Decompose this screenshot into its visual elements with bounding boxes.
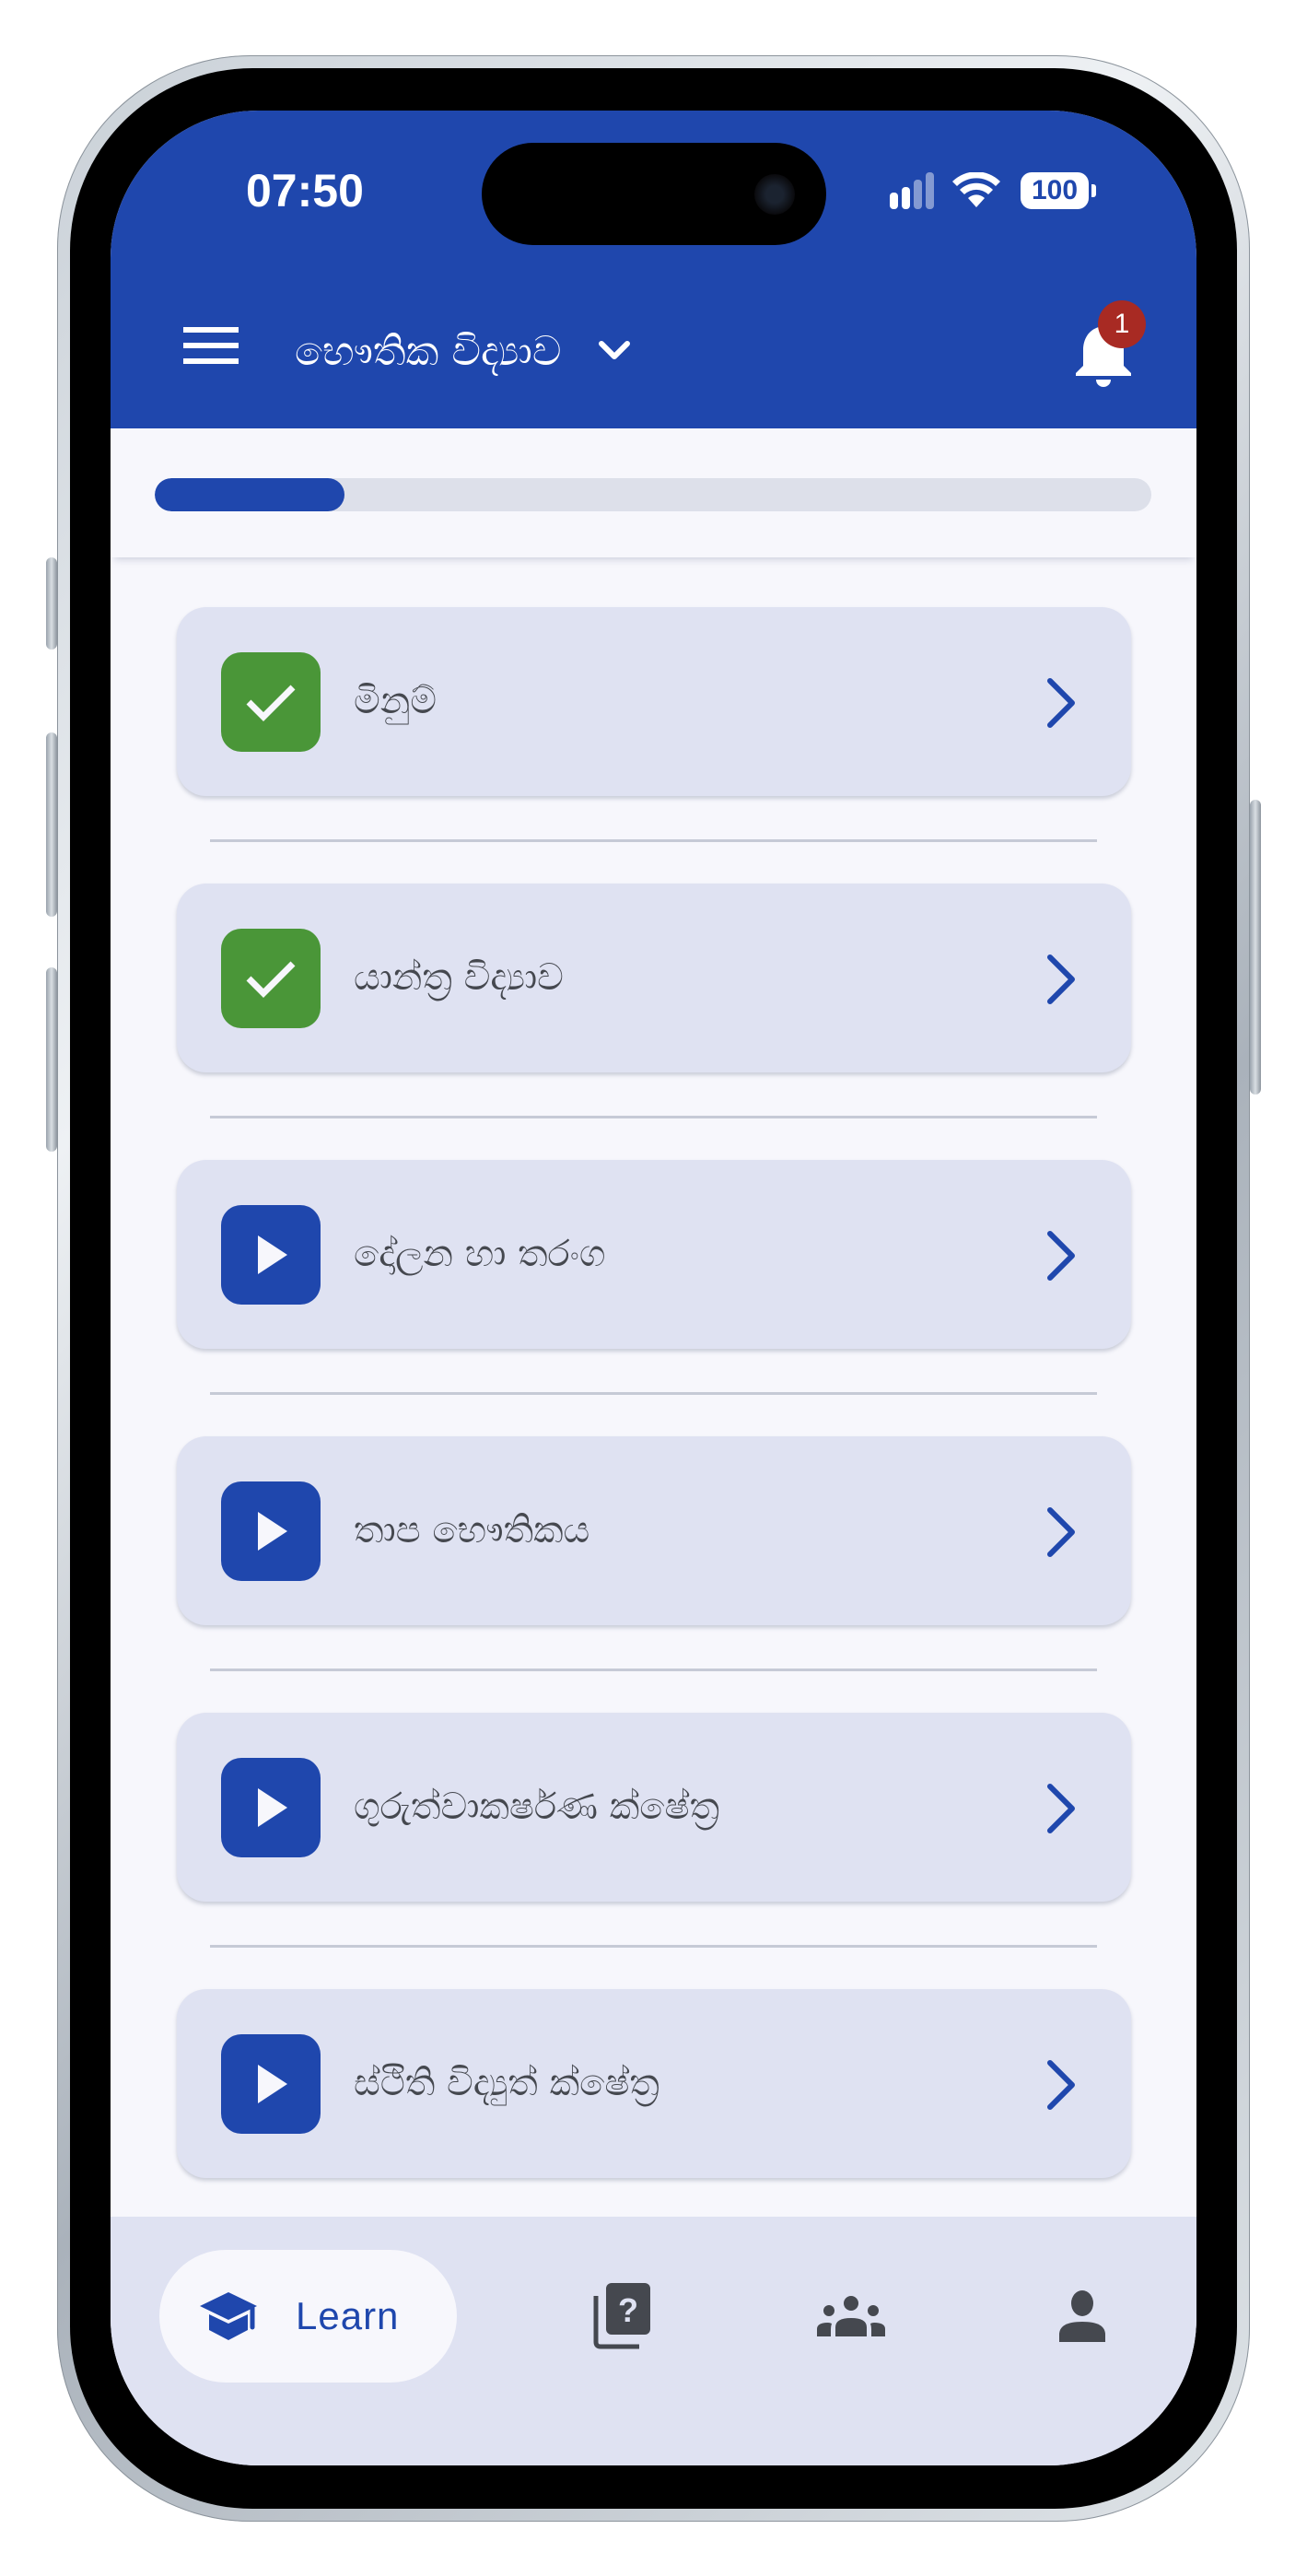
lesson-card[interactable]: මිනුම් xyxy=(177,607,1131,796)
lesson-play-button[interactable] xyxy=(221,1481,321,1581)
status-time: 07:50 xyxy=(246,165,364,217)
lesson-title: ගුරුත්වාකර්ෂණ ක්ෂේත්‍ර xyxy=(354,1786,720,1828)
play-icon xyxy=(258,1512,287,1551)
lesson-title: තාප භෞතිකය xyxy=(354,1509,590,1551)
battery-level: 100 xyxy=(1031,175,1079,205)
bottom-navigation: Learn ? xyxy=(111,2217,1196,2465)
lesson-divider xyxy=(210,1392,1097,1395)
chevron-right-icon[interactable] xyxy=(1043,1781,1079,1836)
lesson-completed-badge xyxy=(221,652,321,752)
lesson-title: මිනුම් xyxy=(354,680,437,722)
cellular-signal-icon xyxy=(890,172,934,209)
lesson-completed-badge xyxy=(221,929,321,1028)
app-header: 07:50 100 භෞතික වි xyxy=(111,111,1196,428)
nav-item-learn[interactable]: Learn xyxy=(159,2250,457,2383)
nav-item-quiz[interactable]: ? xyxy=(555,2250,688,2383)
subject-title: භෞතික විද්‍යාව xyxy=(295,327,562,375)
battery-nub xyxy=(1091,184,1096,197)
course-progress-area xyxy=(111,428,1196,557)
status-icons: 100 xyxy=(890,172,1096,209)
play-icon xyxy=(258,1788,287,1827)
hamburger-line xyxy=(183,343,239,348)
lesson-play-button[interactable] xyxy=(221,1758,321,1857)
check-icon xyxy=(246,685,296,721)
lesson-title: දෝලන හා තරංග xyxy=(354,1233,606,1275)
dynamic-island xyxy=(482,143,826,245)
play-icon xyxy=(258,2065,287,2103)
lesson-divider xyxy=(210,1669,1097,1671)
chevron-right-icon[interactable] xyxy=(1043,952,1079,1007)
graduation-cap-icon xyxy=(200,2292,257,2340)
phone-action-button xyxy=(46,557,57,650)
notification-badge: 1 xyxy=(1098,300,1146,348)
nav-item-community[interactable] xyxy=(785,2250,917,2383)
chevron-right-icon[interactable] xyxy=(1043,675,1079,731)
quiz-icon: ? xyxy=(593,2283,650,2349)
nav-item-profile[interactable] xyxy=(1016,2250,1149,2383)
phone-power-button xyxy=(1250,800,1261,1095)
lesson-play-button[interactable] xyxy=(221,2034,321,2134)
lesson-card[interactable]: දෝලන හා තරංග xyxy=(177,1160,1131,1349)
hamburger-menu-icon xyxy=(183,327,239,333)
front-camera xyxy=(754,174,795,215)
play-icon xyxy=(258,1235,287,1274)
wifi-icon xyxy=(952,172,1000,207)
check-icon xyxy=(246,961,296,998)
menu-button[interactable] xyxy=(178,327,239,373)
battery-indicator: 100 xyxy=(1021,172,1096,209)
phone-volume-up-button xyxy=(46,732,57,917)
hamburger-line xyxy=(183,358,239,364)
lesson-divider xyxy=(210,1945,1097,1948)
phone-volume-down-button xyxy=(46,967,57,1152)
lesson-play-button[interactable] xyxy=(221,1205,321,1305)
lesson-card[interactable]: ස්ථිති විද්‍යුත් ක්ෂේත්‍ර xyxy=(177,1989,1131,2178)
chevron-right-icon[interactable] xyxy=(1043,2057,1079,2113)
chevron-right-icon[interactable] xyxy=(1043,1505,1079,1560)
group-icon xyxy=(817,2296,885,2336)
lesson-title: යාන්ත්‍ර විද්‍යාව xyxy=(354,956,564,999)
lesson-card[interactable]: තාප භෞතිකය xyxy=(177,1436,1131,1625)
progress-fill xyxy=(155,478,344,511)
chevron-right-icon[interactable] xyxy=(1043,1228,1079,1283)
lesson-divider xyxy=(210,1116,1097,1118)
svg-text:?: ? xyxy=(618,2291,638,2329)
subject-selector[interactable]: භෞතික විද්‍යාව xyxy=(295,319,631,383)
person-icon xyxy=(1059,2290,1105,2342)
nav-learn-label: Learn xyxy=(296,2294,400,2337)
lesson-divider xyxy=(210,839,1097,842)
lesson-title: ස්ථිති විද්‍යුත් ක්ෂේත්‍ර xyxy=(354,2062,659,2104)
chevron-down-icon xyxy=(599,341,631,359)
lesson-card[interactable]: යාන්ත්‍ර විද්‍යාව xyxy=(177,884,1131,1072)
lesson-list: මිනුම් යාන්ත්‍ර විද්‍යාව දෝලන හා තරංග තාප භ… xyxy=(111,557,1196,2216)
course-progress-bar xyxy=(155,478,1151,511)
app-screen: 07:50 100 භෞතික වි xyxy=(111,111,1196,2465)
lesson-card[interactable]: ගුරුත්වාකර්ෂණ ක්ෂේත්‍ර xyxy=(177,1713,1131,1902)
